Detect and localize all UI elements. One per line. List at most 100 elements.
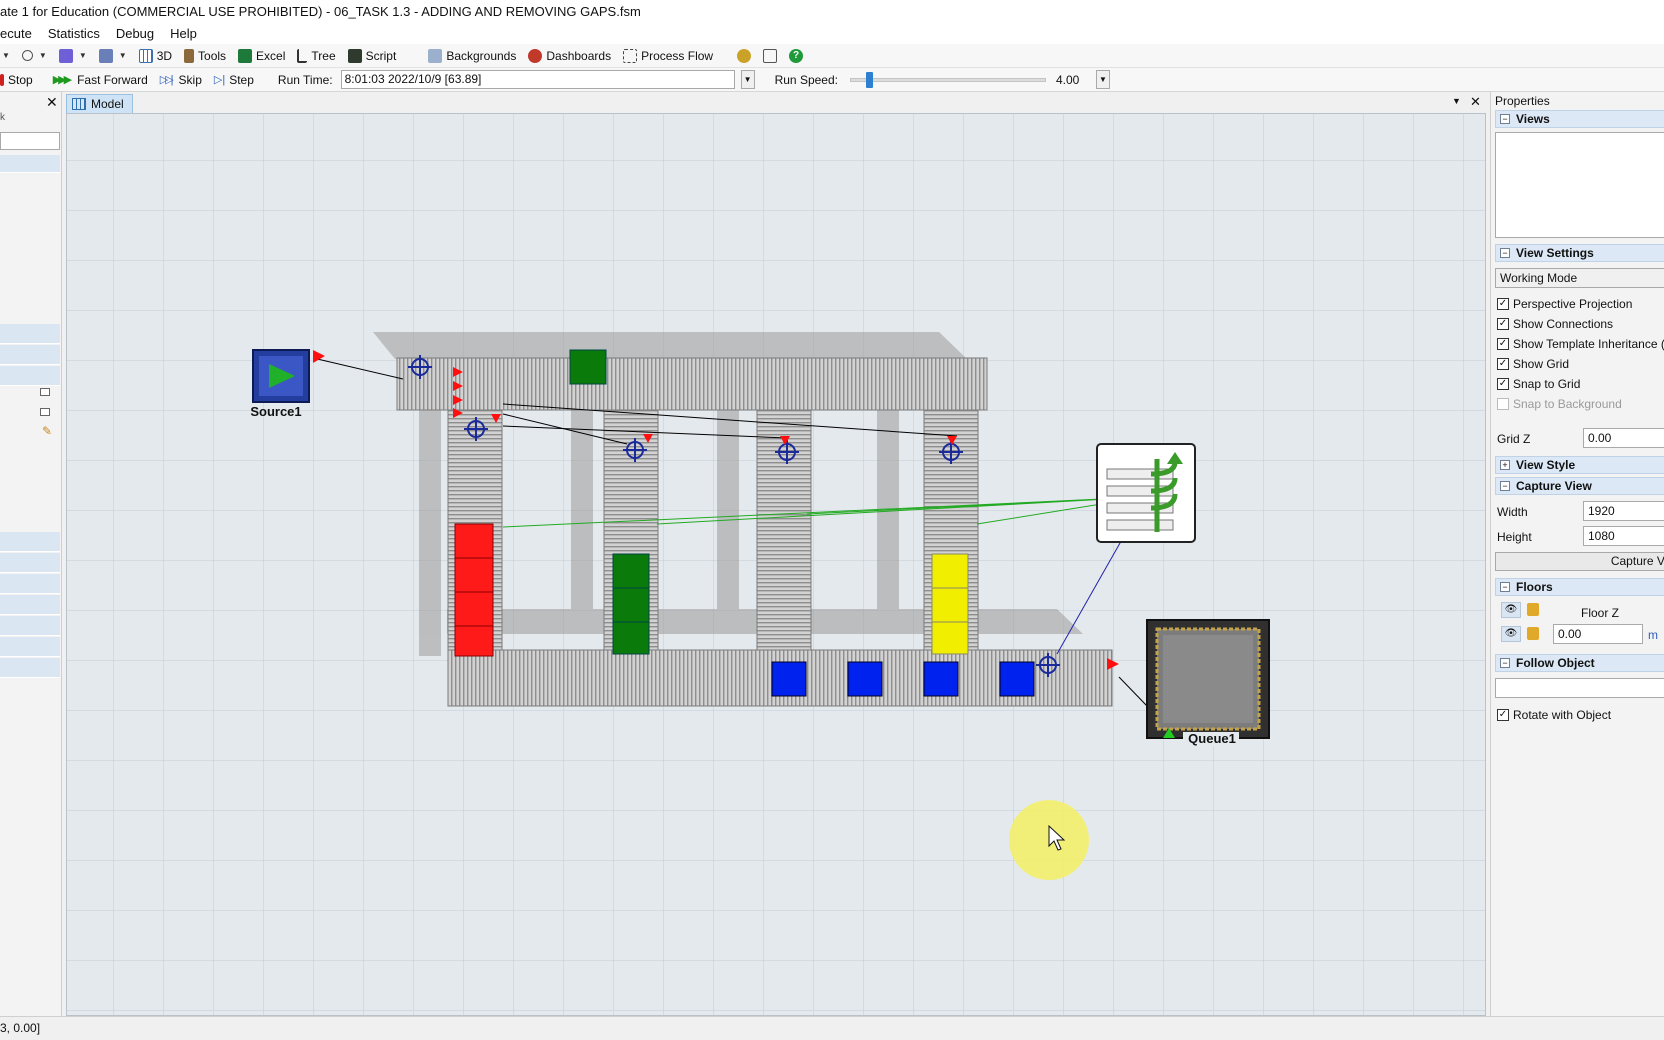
library-search-input[interactable] — [0, 132, 60, 150]
show-connections-checkbox[interactable]: ✓ Show Connections — [1497, 315, 1613, 333]
collapse-icon[interactable]: − — [1500, 481, 1510, 491]
library-group-row[interactable] — [0, 595, 60, 615]
library-group-row[interactable] — [0, 155, 60, 173]
capture-width-input[interactable]: 1920 — [1583, 501, 1664, 521]
connect-tool-button[interactable]: ▼ — [16, 45, 53, 67]
checkbox-icon[interactable]: ✓ — [1497, 358, 1509, 370]
views-header[interactable]: − Views — [1495, 110, 1664, 128]
fast-forward-button[interactable]: ▶▶▶ Fast Forward — [47, 69, 154, 91]
close-icon[interactable]: ✕ — [46, 94, 58, 111]
capture-height-input[interactable]: 1080 — [1583, 526, 1664, 546]
working-mode-select[interactable]: Working Mode — [1495, 268, 1664, 288]
collapse-icon[interactable]: − — [1500, 248, 1510, 258]
status-coordinates: 3, 0.00] — [0, 1021, 41, 1035]
library-group-row[interactable] — [0, 616, 60, 636]
close-icon[interactable]: ✕ — [1470, 94, 1481, 110]
settings-button[interactable] — [731, 45, 757, 67]
lock-icon[interactable] — [1527, 627, 1539, 640]
checkbox-icon[interactable]: ✓ — [1497, 318, 1509, 330]
view-tool-button[interactable]: ▼ — [93, 45, 133, 67]
menu-help[interactable]: Help — [162, 24, 205, 44]
rotate-with-object-checkbox[interactable]: ✓ Rotate with Object — [1497, 706, 1611, 724]
library-group-row[interactable] — [0, 553, 60, 573]
snap-to-grid-checkbox[interactable]: ✓ Snap to Grid — [1497, 375, 1580, 393]
library-group-row[interactable] — [0, 366, 60, 386]
checkbox-icon[interactable]: ✓ — [1497, 298, 1509, 310]
lock-icon[interactable] — [1527, 603, 1539, 616]
status-bar: 3, 0.00] — [0, 1016, 1664, 1040]
run-time-label: Run Time: — [277, 72, 333, 87]
show-grid-checkbox[interactable]: ✓ Show Grid — [1497, 355, 1569, 373]
snap-to-background-checkbox[interactable]: Snap to Background — [1497, 395, 1622, 413]
collapse-icon[interactable]: − — [1500, 658, 1510, 668]
run-speed-dropdown[interactable]: ▼ — [1095, 70, 1110, 89]
pencil-icon[interactable]: ✎ — [42, 424, 52, 438]
checkbox-icon[interactable] — [1497, 398, 1509, 410]
tab-list-dropdown[interactable]: ▼ — [1452, 96, 1461, 106]
floor-z-input[interactable]: 0.00 — [1553, 624, 1643, 644]
tab-model[interactable]: Model — [66, 94, 133, 113]
follow-object-input[interactable] — [1495, 678, 1664, 698]
menu-statistics[interactable]: Statistics — [40, 24, 108, 44]
view-settings-header[interactable]: − View Settings — [1495, 244, 1664, 262]
library-group-row[interactable] — [0, 574, 60, 594]
run-speed-slider[interactable] — [849, 71, 1046, 88]
capture-view-button[interactable]: Capture Vie — [1495, 552, 1664, 571]
toolbar-dropdown-1[interactable]: ▼ — [0, 45, 16, 67]
3d-button[interactable]: 3D — [133, 45, 178, 67]
collapse-icon[interactable]: − — [1500, 582, 1510, 592]
process-flow-button[interactable]: Process Flow — [617, 45, 719, 67]
library-group-row[interactable] — [0, 345, 60, 365]
grid-z-input[interactable]: 0.00 — [1583, 428, 1664, 448]
library-group-row[interactable] — [0, 637, 60, 657]
library-group-row[interactable] — [0, 324, 60, 344]
views-list[interactable] — [1495, 132, 1664, 238]
library-tab-fragment[interactable]: k — [0, 112, 5, 123]
library-item-icon[interactable] — [40, 388, 50, 396]
help-button[interactable]: ? — [783, 45, 809, 67]
library-group-row[interactable] — [0, 532, 60, 552]
queue1-object[interactable]: Queue1 — [1146, 619, 1270, 746]
stop-button[interactable]: Stop — [0, 69, 39, 91]
merge-controller-object[interactable] — [1096, 443, 1196, 543]
menu-debug[interactable]: Debug — [108, 24, 162, 44]
library-group-row[interactable] — [0, 658, 60, 678]
eye-icon[interactable]: 👁 — [1501, 602, 1521, 618]
show-template-inheritance-checkbox[interactable]: ✓ Show Template Inheritance (T) — [1497, 335, 1664, 353]
run-speed-slider-thumb[interactable] — [865, 71, 873, 88]
source1-label: Source1 — [250, 404, 301, 419]
perspective-projection-checkbox[interactable]: ✓ Perspective Projection — [1497, 295, 1632, 313]
eye-icon[interactable]: 👁 — [1501, 626, 1521, 642]
view-style-header[interactable]: + View Style — [1495, 456, 1664, 474]
backgrounds-button[interactable]: Backgrounds — [422, 45, 522, 67]
model-canvas[interactable]: Source1 Queue1 — [67, 114, 1485, 1015]
run-time-field[interactable]: 8:01:03 2022/10/9 [63.89] — [340, 70, 735, 89]
capture-view-header[interactable]: − Capture View — [1495, 477, 1664, 495]
tree-button[interactable]: Tree — [291, 45, 341, 67]
dashboards-button[interactable]: Dashboards — [522, 45, 617, 67]
lane-3-conveyor[interactable] — [756, 409, 812, 651]
script-button[interactable]: Script — [342, 45, 403, 67]
menu-execute[interactable]: ecute — [0, 24, 40, 44]
step-button[interactable]: ▷| Step — [208, 69, 260, 91]
source1-object[interactable]: Source1 — [250, 349, 310, 419]
network-button[interactable] — [757, 45, 783, 67]
excel-label: Excel — [256, 48, 286, 63]
checkbox-icon[interactable]: ✓ — [1497, 709, 1509, 721]
flow-item-blue — [771, 661, 807, 697]
checkbox-icon[interactable]: ✓ — [1497, 378, 1509, 390]
run-time-dropdown[interactable]: ▼ — [740, 70, 755, 89]
model-3d-view[interactable]: Source1 Queue1 — [66, 113, 1486, 1016]
follow-object-header[interactable]: − Follow Object — [1495, 654, 1664, 672]
library-item-icon[interactable] — [40, 408, 50, 416]
color-tool-button[interactable]: ▼ — [53, 45, 93, 67]
library-panel: ✕ k ✎ — [0, 92, 62, 1016]
top-conveyor[interactable] — [396, 357, 988, 411]
floors-header[interactable]: − Floors — [1495, 578, 1664, 596]
checkbox-icon[interactable]: ✓ — [1497, 338, 1509, 350]
expand-icon[interactable]: + — [1500, 460, 1510, 470]
collapse-icon[interactable]: − — [1500, 114, 1510, 124]
excel-button[interactable]: Excel — [232, 45, 291, 67]
tools-button[interactable]: Tools — [178, 45, 232, 67]
skip-button[interactable]: ▷▷| Skip — [154, 69, 208, 91]
